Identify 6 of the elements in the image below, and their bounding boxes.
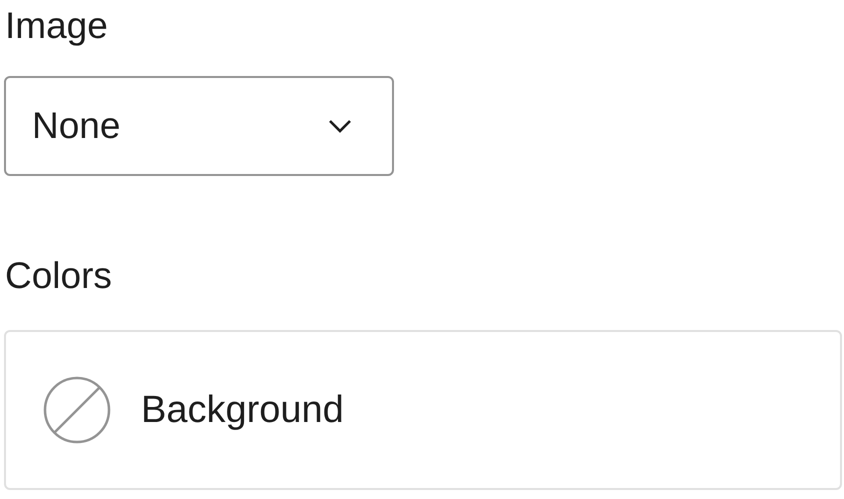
color-option[interactable]: Background: [6, 332, 840, 488]
field-label: Image: [5, 4, 109, 48]
image-dropdown[interactable]: None: [4, 76, 394, 176]
no-color-icon: [43, 376, 111, 444]
chevron-down-icon: [328, 119, 352, 133]
section-label: Colors: [5, 254, 113, 298]
